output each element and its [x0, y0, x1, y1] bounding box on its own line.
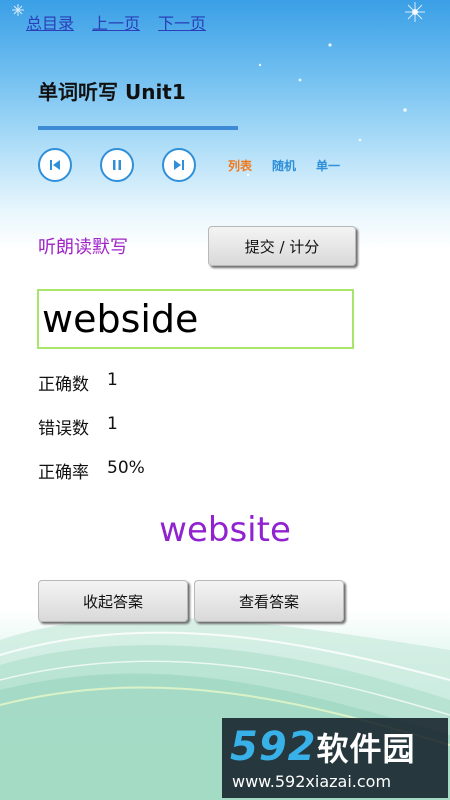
- stat-value: 50%: [107, 458, 145, 478]
- nav-prev-link[interactable]: 上一页: [92, 10, 140, 34]
- watermark: 592软件园 www.592xiazai.com: [222, 718, 448, 798]
- stat-label: 正确数: [38, 375, 89, 395]
- skip-forward-icon: [174, 160, 184, 170]
- skip-back-icon: [50, 160, 60, 170]
- watermark-logo: 592软件园: [230, 724, 416, 770]
- watermark-logo-number: 592: [230, 724, 317, 770]
- next-button[interactable]: [162, 148, 196, 182]
- title-underline: [38, 126, 238, 130]
- stat-correct-count: 正确数 1: [38, 370, 118, 395]
- nav-next-link[interactable]: 下一页: [158, 10, 206, 34]
- stat-value: 1: [107, 370, 118, 390]
- pause-icon: [113, 160, 121, 170]
- hide-answer-button[interactable]: 收起答案: [38, 580, 188, 622]
- page-title: 单词听写 Unit1: [38, 80, 186, 104]
- top-nav: 总目录 上一页 下一页: [26, 10, 206, 34]
- nav-home-link[interactable]: 总目录: [26, 10, 74, 34]
- mode-random[interactable]: 随机: [272, 157, 296, 174]
- stat-accuracy: 正确率 50%: [38, 458, 145, 483]
- show-answer-button[interactable]: 查看答案: [194, 580, 344, 622]
- watermark-logo-text: 软件园: [316, 730, 416, 768]
- section-label: 听朗读默写: [38, 237, 128, 258]
- pause-button[interactable]: [100, 148, 134, 182]
- mode-list[interactable]: 列表: [228, 157, 252, 174]
- stat-label: 正确率: [38, 463, 89, 483]
- correct-answer: website: [159, 510, 291, 550]
- stat-wrong-count: 错误数 1: [38, 414, 118, 439]
- mode-single[interactable]: 单一: [316, 157, 340, 174]
- watermark-url: www.592xiazai.com: [232, 772, 392, 791]
- background-decoration: [0, 2, 450, 800]
- answer-input[interactable]: webside: [37, 289, 354, 349]
- previous-button[interactable]: [38, 148, 72, 182]
- submit-button[interactable]: 提交 / 计分: [208, 226, 356, 266]
- stat-value: 1: [107, 414, 118, 434]
- stat-label: 错误数: [38, 419, 89, 439]
